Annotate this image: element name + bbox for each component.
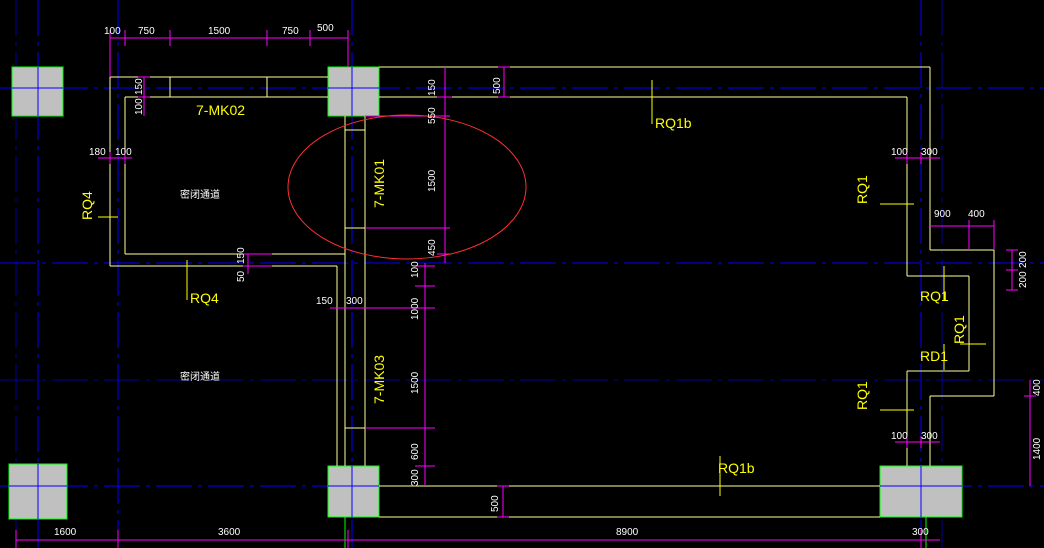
label-rd1[interactable]: RD1: [920, 348, 948, 364]
dim-text: 150: [236, 247, 247, 264]
dim-text: 200: [1018, 251, 1029, 268]
dim-text: 1000: [410, 297, 421, 320]
label-rq1-d[interactable]: RQ1: [854, 381, 870, 410]
label-rq4-left[interactable]: RQ4: [79, 191, 95, 220]
column[interactable]: [327, 66, 380, 117]
dim-text: 400: [1032, 379, 1043, 396]
dim-text: 200: [1018, 271, 1029, 288]
dim-text: 1600: [54, 527, 77, 538]
label-rq1b-bottom[interactable]: RQ1b: [718, 460, 755, 476]
dim-text: 1500: [208, 26, 231, 37]
label-rq1-a[interactable]: RQ1: [854, 175, 870, 204]
dim-text: 300: [912, 527, 929, 538]
dim-text: 100: [104, 26, 121, 37]
dim-text: 450: [427, 239, 438, 256]
dim-text: 500: [492, 77, 503, 94]
walls: [109, 66, 995, 518]
dim-text: 100: [891, 431, 908, 442]
revision-cloud[interactable]: [287, 114, 527, 260]
dim-text: 300: [921, 147, 938, 158]
dim-text: 750: [282, 26, 299, 37]
floor-plan-drawing: 7-MK02 7-MK01 7-MK03 RQ4 RQ4 RQ1b RQ1b R…: [0, 0, 1044, 548]
dim-text: 100: [410, 261, 421, 278]
dim-text: 500: [317, 23, 334, 34]
dim-text: 550: [427, 107, 438, 124]
label-leaders: [98, 80, 986, 496]
label-rq1b-top[interactable]: RQ1b: [655, 115, 692, 131]
dim-text: 3600: [218, 527, 241, 538]
dim-text: 750: [138, 26, 155, 37]
room-label-upper: 密闭通道: [180, 188, 220, 201]
dim-text: 100: [115, 147, 132, 158]
dimension-texts: 100 750 1500 750 500 150 100 180 100 500…: [54, 23, 1043, 538]
columns: [8, 66, 963, 520]
column[interactable]: [327, 465, 380, 518]
dim-text: 600: [410, 443, 421, 460]
dim-text: 300: [346, 296, 363, 307]
label-rq1-b[interactable]: RQ1: [920, 288, 949, 304]
label-7-mk03[interactable]: 7-MK03: [371, 355, 387, 404]
dim-text: 150: [427, 79, 438, 96]
dim-text: 180: [89, 147, 106, 158]
label-rq1-c[interactable]: RQ1: [951, 315, 967, 344]
dim-text: 300: [410, 469, 421, 486]
dim-text: 500: [490, 495, 501, 512]
label-rq4-bottom[interactable]: RQ4: [190, 290, 219, 306]
column-crosshairs: [9, 67, 962, 519]
dim-text: 300: [921, 431, 938, 442]
dim-text: 1500: [410, 371, 421, 394]
cad-viewport: 7-MK02 7-MK01 7-MK03 RQ4 RQ4 RQ1b RQ1b R…: [0, 0, 1044, 548]
dim-text: 1400: [1032, 437, 1043, 460]
label-7-mk01[interactable]: 7-MK01: [371, 159, 387, 208]
label-7-mk02[interactable]: 7-MK02: [196, 102, 245, 118]
dim-text: 100: [891, 147, 908, 158]
room-label-lower: 密闭通道: [180, 370, 220, 383]
dim-text: 150: [316, 296, 333, 307]
dim-text: 100: [134, 98, 145, 115]
dim-text: 8900: [616, 527, 639, 538]
dim-text: 1500: [427, 169, 438, 192]
dim-text: 400: [968, 209, 985, 220]
dim-text: 900: [934, 209, 951, 220]
dim-text: 150: [134, 78, 145, 95]
dim-text: 50: [236, 270, 247, 282]
